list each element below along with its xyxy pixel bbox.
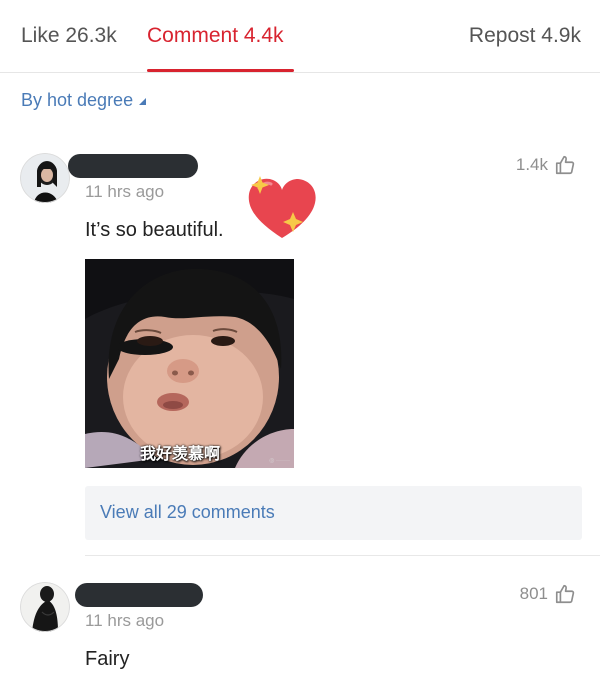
image-caption: 我好羡慕啊 [140, 444, 221, 463]
tab-comment[interactable]: Comment 4.4k [147, 24, 284, 48]
like-count: 1.4k [515, 155, 548, 174]
divider [85, 555, 600, 556]
like-count-button[interactable]: 1.4k [516, 154, 576, 176]
comment-time: 11 hrs ago [85, 611, 165, 630]
thumbs-up-icon [555, 584, 575, 604]
like-count: 801 [519, 584, 548, 603]
tab-like[interactable]: Like 26.3k [21, 24, 117, 48]
comment-time: 11 hrs ago [85, 182, 165, 201]
comment-text: Fairy [85, 648, 130, 670]
avatar[interactable] [20, 153, 70, 203]
sort-selector[interactable]: By hot degree [21, 90, 147, 111]
username-redacted[interactable] [75, 583, 203, 607]
sort-label: By hot degree [21, 90, 134, 110]
thumbs-up-icon [555, 155, 575, 175]
watermark: ◎ ······· [269, 458, 290, 464]
heart-sticker-icon [248, 176, 316, 238]
tab-repost[interactable]: Repost 4.9k [469, 24, 581, 48]
like-count-button[interactable]: 801 [520, 583, 576, 605]
comment-text: It’s so beautiful. [85, 219, 224, 241]
avatar[interactable] [20, 582, 70, 632]
active-tab-indicator [147, 69, 294, 72]
username-redacted[interactable] [68, 154, 198, 178]
reaction-tabs: Like 26.3k Comment 4.4k Repost 4.9k [0, 0, 600, 73]
caret-icon [139, 98, 147, 105]
comment-image[interactable]: 我好羡慕啊 ◎ ······· [85, 259, 294, 468]
view-all-replies-button[interactable]: View all 29 comments [85, 486, 582, 540]
view-all-label: View all 29 comments [100, 502, 275, 522]
